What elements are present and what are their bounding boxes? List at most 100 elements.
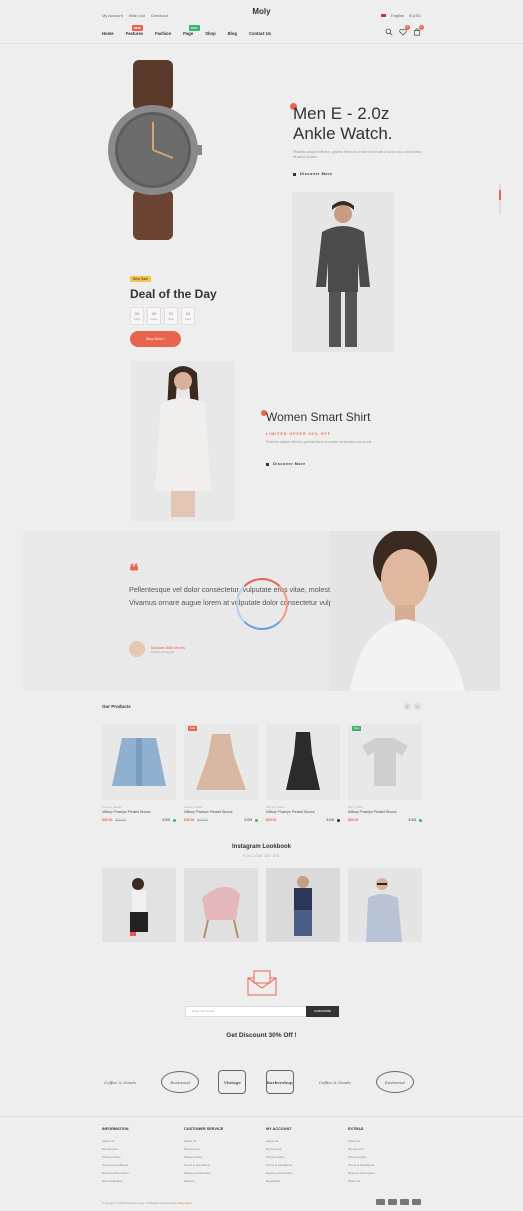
footer-link[interactable]: About Us (102, 1137, 184, 1145)
product-card[interactable]: Women, Dress Milltary Pinstripe Pleated … (266, 724, 340, 822)
hero-discover-link[interactable]: Discover More (293, 172, 333, 176)
countdown-label: Days (134, 318, 140, 321)
instagram-gallery (102, 868, 422, 942)
nav-item-fashion[interactable]: Fashion (155, 31, 171, 36)
brand-logo[interactable]: Vintage (218, 1070, 247, 1094)
product-image[interactable]: Sale (184, 724, 258, 800)
footer-link[interactable]: Delivery Information (348, 1169, 430, 1177)
footer-link[interactable]: Privacy Policy (184, 1153, 266, 1161)
shirt-offer: LIMITED OFFER 30% OFF (266, 432, 331, 436)
bag-icon[interactable]: 0 (413, 25, 424, 36)
heart-icon[interactable]: 0 (399, 25, 410, 36)
brand-logo[interactable]: Coffee & Goods (313, 1068, 357, 1096)
deal-countdown: 00 Days 00 Hours 00 Mins 00 Secs (130, 307, 195, 325)
nav-new-tag: NEW (131, 25, 143, 31)
footer-link[interactable]: My Account (102, 1145, 184, 1153)
nav-item-features[interactable]: NEW Features (126, 25, 143, 36)
footer-link[interactable]: Privacy Policy (266, 1153, 348, 1161)
footer-link[interactable]: Terms & Conditions (102, 1161, 184, 1169)
copyright-brand-link[interactable]: Moly Store (177, 1201, 191, 1205)
footer-link[interactable]: Delivery Information (266, 1169, 348, 1177)
footer-link[interactable]: Wish List (348, 1177, 430, 1185)
product-rating: 5.0/5 (162, 818, 170, 822)
scrollbar-thumb[interactable] (499, 190, 501, 200)
hero-description: Pharetra aliquet efficitur, gravida libe… (293, 150, 422, 159)
footer-link[interactable]: Gift Certificates (102, 1177, 184, 1185)
footer-link[interactable]: About Us (348, 1137, 430, 1145)
nav-item-home[interactable]: Home (102, 31, 114, 36)
bullet-icon (266, 462, 269, 466)
nav-item-contact[interactable]: Contact Us (249, 31, 271, 36)
nav-menu: Home NEW Features Fashion HOT Page Shop Bl… (102, 25, 271, 36)
brand-logo[interactable]: Eastwood (375, 1071, 414, 1093)
chevron-left-icon[interactable]: ‹ (404, 703, 411, 710)
nav-item-page[interactable]: HOT Page (183, 25, 200, 36)
author-role: Product Designer (151, 649, 175, 654)
product-card[interactable]: Women, Jacket Milltary Pinstripe Pleated… (102, 724, 176, 822)
product-image[interactable] (266, 724, 340, 800)
footer-link[interactable]: My Account (348, 1145, 430, 1153)
product-name[interactable]: Milltary Pinstripe Pleated Blouse (348, 810, 422, 814)
instagram-photo[interactable] (102, 868, 176, 942)
hero-title-line2: Ankle Watch. (293, 124, 393, 143)
color-swatch[interactable] (337, 818, 340, 822)
shirt-discover-link[interactable]: Discover More (266, 462, 306, 466)
nav-item-label: Page (183, 31, 194, 36)
product-card[interactable]: Sale Women, Dress Milltary Pinstripe Ple… (184, 724, 258, 822)
footer-link[interactable]: About Us (184, 1137, 266, 1145)
brand-logos: Coffee & Goods Eastwood Vintage Barbersh… (98, 1062, 414, 1102)
brand-logo[interactable]: Barbershop (265, 1070, 294, 1094)
site-logo[interactable]: Moly (0, 7, 523, 16)
footer-link[interactable]: Delivery Information (102, 1169, 184, 1177)
testimonial-man-image (330, 531, 500, 691)
footer-link[interactable]: Returns (184, 1177, 266, 1185)
color-swatch[interactable] (255, 818, 258, 822)
product-category: Men, T-Shirt (348, 805, 364, 809)
product-image[interactable] (102, 724, 176, 800)
product-name[interactable]: Milltary Pinstripe Pleated Blouse (266, 810, 340, 814)
nav-item-shop[interactable]: Shop (205, 31, 215, 36)
footer-link[interactable]: Terms & Conditions (348, 1161, 430, 1169)
footer-link[interactable]: Privacy Policy (348, 1153, 430, 1161)
hero-title: Men E - 2.0z Ankle Watch. (293, 104, 473, 144)
search-icon[interactable] (385, 28, 393, 36)
slider-scrollbar[interactable] (499, 184, 501, 214)
sale-tag: Sale (188, 726, 198, 731)
footer-link[interactable]: Privacy Policy (102, 1153, 184, 1161)
color-swatch[interactable] (419, 818, 422, 822)
product-rating: 5.0/5 (244, 818, 252, 822)
instagram-photo[interactable] (266, 868, 340, 942)
newsletter-email-input[interactable]: Enter Your Email (185, 1006, 309, 1017)
currency-select[interactable]: $ USD (409, 13, 421, 18)
product-price-row: $39.00 $49.00 5.0/5 (184, 818, 258, 822)
buy-now-button[interactable]: Buy Now ! (130, 331, 181, 347)
instagram-photo[interactable] (184, 868, 258, 942)
footer-link[interactable]: My Account (266, 1145, 348, 1153)
black-dress-image (286, 732, 320, 790)
footer-link[interactable]: Terms & Conditions (266, 1161, 348, 1169)
deal-badge: Best Sale (130, 276, 151, 282)
nav-icons: 0 0 (385, 25, 424, 36)
product-card[interactable]: New Men, T-Shirt Milltary Pinstripe Plea… (348, 724, 422, 822)
instagram-photo[interactable] (348, 868, 422, 942)
product-name[interactable]: Milltary Pinstripe Pleated Blouse (184, 810, 258, 814)
footer-link[interactable]: Delivery Information (184, 1169, 266, 1177)
chevron-right-icon[interactable]: › (414, 703, 421, 710)
countdown-value: 00 (151, 311, 157, 316)
footer-link[interactable]: Terms & Conditions (184, 1161, 266, 1169)
brand-logo[interactable]: Eastwood (161, 1071, 200, 1093)
nav-item-blog[interactable]: Blog (228, 31, 237, 36)
product-price-row: $39.00 5.0/5 (348, 818, 422, 822)
flag-icon (381, 14, 387, 17)
nav-item-label: Blog (227, 31, 237, 36)
brand-logo[interactable]: Coffee & Goods (98, 1068, 142, 1096)
subscribe-button[interactable]: SUBSCRIBE (306, 1006, 339, 1017)
color-swatch[interactable] (173, 818, 176, 822)
product-price: $39.00 (348, 818, 359, 822)
language-select[interactable]: English (391, 13, 404, 18)
footer-link[interactable]: Newsletter (266, 1177, 348, 1185)
product-name[interactable]: Milltary Pinstripe Pleated Blouse (102, 810, 176, 814)
product-image[interactable]: New (348, 724, 422, 800)
footer-link[interactable]: About Us (266, 1137, 348, 1145)
footer-link[interactable]: My Account (184, 1145, 266, 1153)
